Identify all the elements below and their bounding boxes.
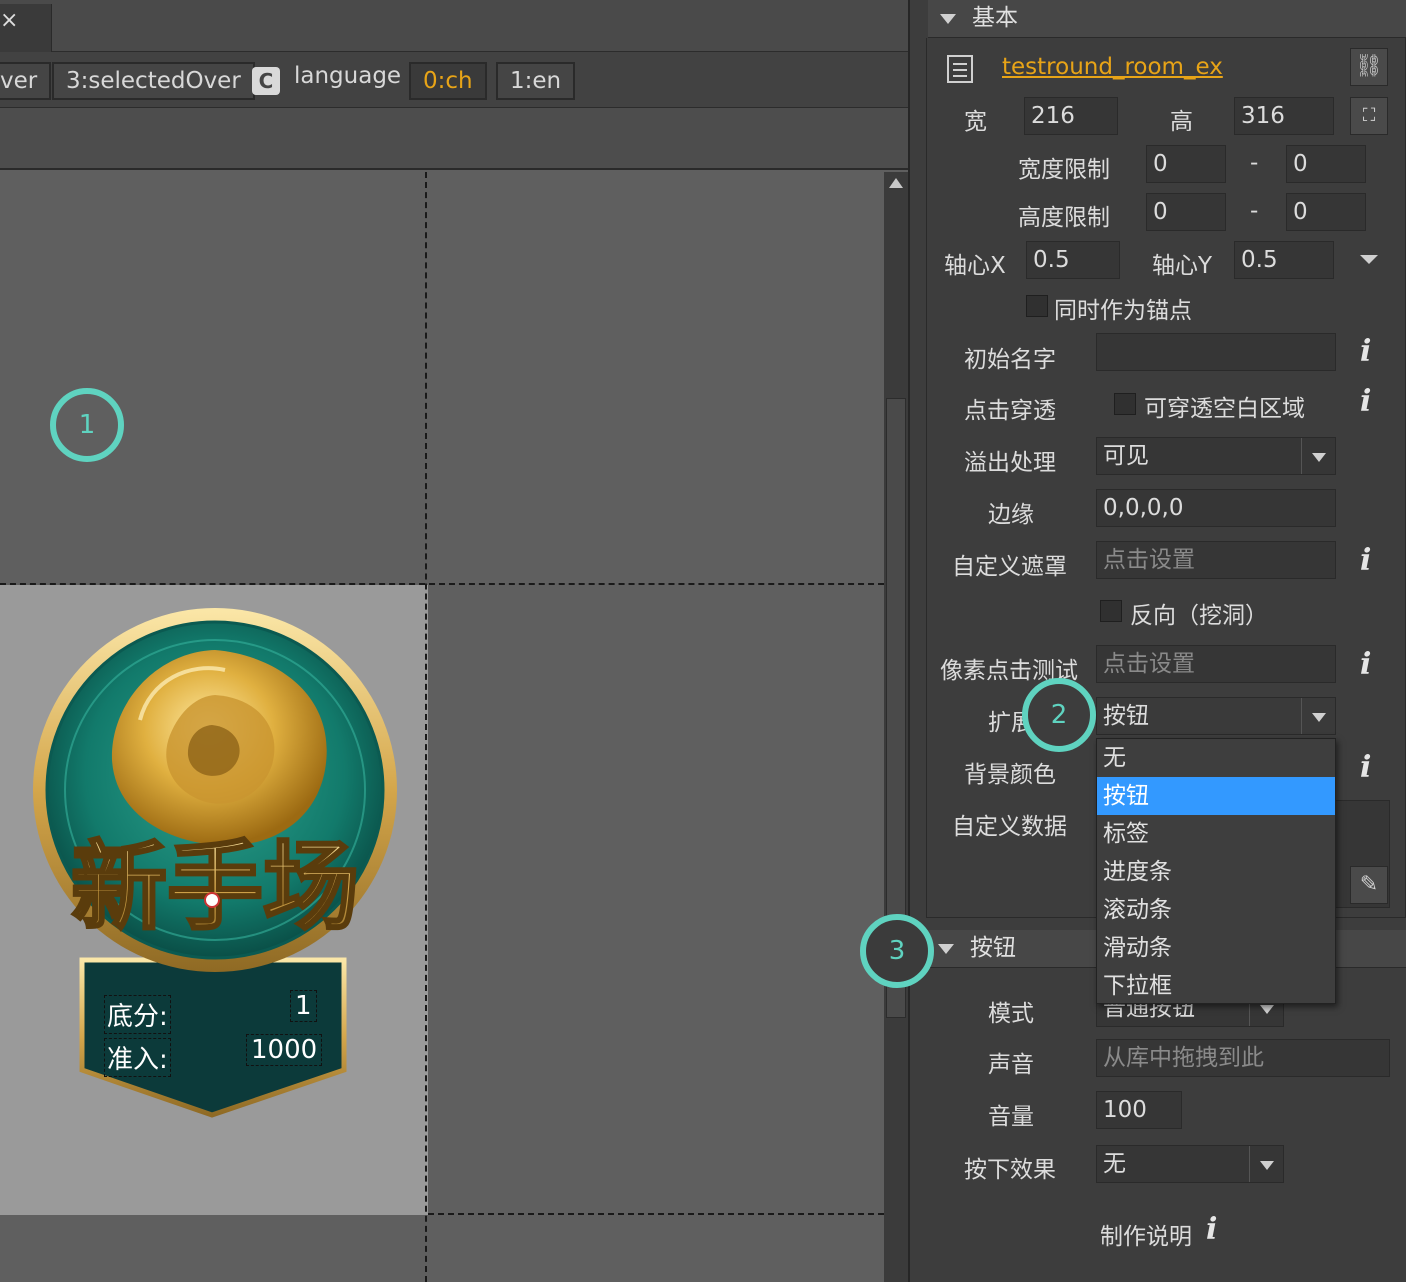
menu-item-combobox[interactable]: 下拉框 [1097, 967, 1335, 1005]
info-icon[interactable]: i [1360, 750, 1371, 785]
overflow-select[interactable]: 可见 [1096, 437, 1336, 475]
init-name-label: 初始名字 [964, 347, 1056, 373]
overflow-label: 溢出处理 [964, 450, 1056, 476]
volume-label: 音量 [988, 1104, 1034, 1130]
pixel-hit-field[interactable]: 点击设置 [1096, 645, 1336, 683]
sound-field[interactable]: 从库中拖拽到此 [1096, 1039, 1390, 1077]
guide-line-vertical [425, 172, 427, 1282]
docs-label[interactable]: 制作说明 [1100, 1217, 1192, 1251]
anchor-checkbox[interactable] [1026, 295, 1048, 317]
room-badge-image: 新手场 [33, 608, 397, 1118]
height-limit-label: 高度限制 [1018, 205, 1110, 231]
press-effect-label: 按下效果 [964, 1157, 1056, 1183]
callout-1: 1 [50, 388, 124, 462]
base-score-value: 1 [290, 990, 317, 1022]
press-effect-select[interactable]: 无 [1096, 1145, 1284, 1183]
badge-title: 新手场 [71, 830, 359, 943]
state-chip-over[interactable]: ver [0, 62, 52, 100]
mode-label: 模式 [988, 1001, 1034, 1027]
custom-data-label: 自定义数据 [952, 814, 1067, 840]
reverse-checkbox[interactable] [1100, 600, 1122, 622]
chevron-down-icon [1249, 1146, 1283, 1182]
height-max-field[interactable]: 0 [1286, 193, 1366, 231]
section-basic-title: 基本 [972, 5, 1018, 31]
reverse-label: 反向（挖洞） [1130, 603, 1268, 629]
overflow-value: 可见 [1103, 443, 1149, 469]
menu-item-slider[interactable]: 滑动条 [1097, 929, 1335, 967]
margin-label: 边缘 [988, 502, 1034, 528]
extend-select[interactable]: 按钮 [1096, 697, 1336, 735]
click-through-checkbox[interactable] [1114, 393, 1136, 415]
width-limit-label: 宽度限制 [1018, 157, 1110, 183]
pivot-y-label: 轴心Y [1152, 253, 1213, 279]
volume-field[interactable]: 100 [1096, 1091, 1182, 1129]
menu-item-scrollbar[interactable]: 滚动条 [1097, 891, 1335, 929]
info-icon[interactable]: i [1206, 1212, 1217, 1247]
pivot-menu-arrow-icon[interactable] [1360, 255, 1378, 264]
pivot-x-label: 轴心X [944, 253, 1006, 279]
callout-3: 3 [860, 914, 934, 988]
width-field[interactable]: 216 [1024, 97, 1118, 135]
chevron-down-icon [1301, 438, 1335, 474]
width-min-field[interactable]: 0 [1146, 145, 1226, 183]
entry-value: 1000 [246, 1034, 323, 1066]
component-icon [947, 55, 973, 83]
info-icon[interactable]: i [1360, 334, 1371, 369]
callout-2: 2 [1022, 678, 1096, 752]
scroll-up-icon[interactable] [889, 178, 903, 188]
base-score-label: 底分: [104, 995, 171, 1034]
pivot-y-field[interactable]: 0.5 [1234, 241, 1334, 279]
menu-item-progressbar[interactable]: 进度条 [1097, 853, 1335, 891]
press-effect-value: 无 [1103, 1151, 1126, 1177]
link-icon[interactable]: ⛓ [1350, 48, 1388, 86]
click-through-option: 可穿透空白区域 [1144, 396, 1305, 422]
pivot-x-field[interactable]: 0.5 [1026, 241, 1120, 279]
collapse-triangle-icon [940, 14, 956, 24]
editor-canvas-area: × ver 3:selectedOver C language 0:ch 1:e… [0, 0, 908, 1282]
document-tab-bar: × [0, 0, 908, 52]
height-min-field[interactable]: 0 [1146, 193, 1226, 231]
init-name-field[interactable] [1096, 333, 1336, 371]
click-through-label: 点击穿透 [964, 398, 1056, 424]
extend-dropdown-menu: 无 按钮 标签 进度条 滚动条 滑动条 下拉框 [1096, 738, 1336, 1004]
menu-item-none[interactable]: 无 [1097, 739, 1335, 777]
info-icon[interactable]: i [1360, 647, 1371, 682]
section-basic-header[interactable]: 基本 [928, 0, 1406, 38]
language-label: language [294, 63, 402, 89]
state-chip-selected-over[interactable]: 3:selectedOver [52, 62, 255, 100]
mask-label: 自定义遮罩 [952, 554, 1067, 580]
edit-pencil-icon[interactable]: ✎ [1350, 866, 1388, 904]
width-limit-dash: - [1250, 150, 1259, 176]
component-name-link[interactable]: testround_room_ex [1002, 54, 1223, 80]
collapse-triangle-icon [938, 944, 954, 954]
height-limit-dash: - [1250, 198, 1259, 224]
info-icon[interactable]: i [1360, 384, 1371, 419]
section-button-title: 按钮 [970, 935, 1016, 961]
pivot-marker[interactable] [204, 892, 220, 908]
controller-icon: C [252, 67, 280, 95]
toolbar [0, 108, 908, 170]
guide-line-top [0, 583, 884, 585]
language-chip-ch[interactable]: 0:ch [409, 62, 487, 100]
language-chip-en[interactable]: 1:en [496, 62, 576, 100]
menu-item-label[interactable]: 标签 [1097, 815, 1335, 853]
height-field[interactable]: 316 [1234, 97, 1334, 135]
chevron-down-icon [1301, 698, 1335, 734]
width-max-field[interactable]: 0 [1286, 145, 1366, 183]
bg-color-label: 背景颜色 [964, 762, 1056, 788]
close-tab-icon[interactable]: × [0, 4, 52, 52]
fit-size-icon[interactable]: ⛶ [1350, 97, 1388, 135]
width-label: 宽 [964, 109, 987, 135]
extend-value: 按钮 [1103, 703, 1149, 729]
info-icon[interactable]: i [1360, 543, 1371, 578]
anchor-label: 同时作为锚点 [1054, 298, 1192, 324]
mask-field[interactable]: 点击设置 [1096, 541, 1336, 579]
guide-line-bottom [428, 1213, 884, 1215]
margin-field[interactable]: 0,0,0,0 [1096, 489, 1336, 527]
menu-item-button[interactable]: 按钮 [1097, 777, 1335, 815]
height-label: 高 [1170, 109, 1193, 135]
sound-label: 声音 [988, 1052, 1034, 1078]
entry-label: 准入: [104, 1038, 171, 1077]
